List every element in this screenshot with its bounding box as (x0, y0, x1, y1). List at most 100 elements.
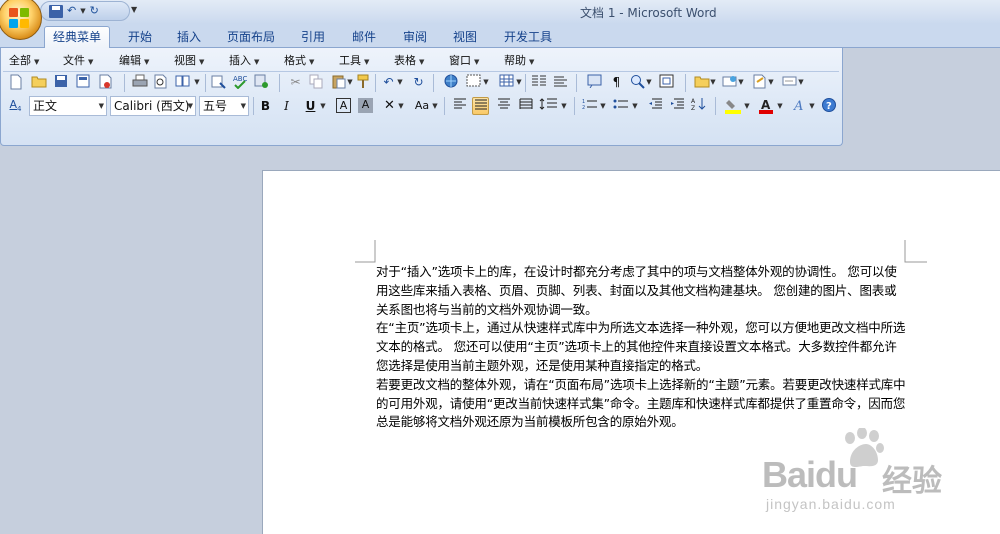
form-icon[interactable] (781, 74, 798, 91)
numbering-icon[interactable]: 12 (581, 97, 598, 115)
chevron-down-icon[interactable]: ▼ (709, 74, 717, 91)
line-spacing-icon[interactable] (539, 97, 561, 115)
sort-icon[interactable]: AZ (690, 97, 707, 115)
open-folder-icon[interactable] (30, 74, 47, 91)
menu-tools[interactable]: 工具 ▼ (339, 53, 369, 70)
menu-window[interactable]: 窗口 ▼ (449, 53, 479, 70)
chevron-down-icon[interactable]: ▼ (737, 74, 745, 91)
chevron-down-icon[interactable]: ▼ (396, 74, 404, 91)
chevron-down-icon[interactable]: ▼ (631, 97, 639, 115)
bold-icon[interactable]: B (257, 97, 274, 115)
document-map-icon[interactable] (586, 74, 603, 91)
font-size-select[interactable]: 五号 ▼ (199, 96, 249, 116)
macro-icon[interactable] (751, 74, 768, 91)
bullets-icon[interactable] (612, 97, 629, 115)
chevron-down-icon[interactable]: ▼ (808, 97, 816, 115)
toolbar-separator (685, 74, 686, 92)
chevron-down-icon[interactable]: ▼ (431, 97, 439, 115)
new-document-icon[interactable] (7, 74, 24, 91)
tab-references[interactable]: 引用 (292, 27, 334, 48)
undo-icon[interactable]: ↶ (380, 74, 397, 91)
save-icon[interactable] (49, 4, 63, 18)
chevron-down-icon[interactable]: ▼ (743, 97, 751, 115)
style-select[interactable]: 正文 ▼ (29, 96, 107, 116)
tab-mailings[interactable]: 邮件 (343, 27, 385, 48)
character-border-icon[interactable]: A (336, 98, 351, 113)
justify-icon[interactable] (472, 97, 489, 115)
format-painter-icon[interactable] (356, 74, 373, 91)
font-select[interactable]: Calibri (西文) ▼ (110, 96, 196, 116)
chevron-down-icon[interactable]: ▼ (192, 74, 202, 91)
chevron-down-icon[interactable]: ▼ (599, 97, 607, 115)
chevron-down-icon[interactable]: ▼ (397, 97, 405, 115)
translate-icon[interactable] (253, 74, 270, 91)
insert-table-icon[interactable] (498, 74, 515, 91)
tab-classic-menu[interactable]: 经典菜单 (44, 26, 110, 48)
menu-all[interactable]: 全部 ▼ (9, 53, 39, 70)
menu-file[interactable]: 文件 ▼ (63, 53, 93, 70)
document-body[interactable]: 对于“插入”选项卡上的库，在设计时都充分考虑了其中的项与文档整体外观的协调性。 … (376, 263, 908, 432)
chevron-down-icon[interactable]: ▼ (797, 74, 805, 91)
styles-pane-icon[interactable]: A4 (7, 96, 24, 113)
chevron-down-icon[interactable]: ▼ (482, 74, 490, 91)
tab-home[interactable]: 开始 (117, 27, 163, 48)
character-shading-icon[interactable]: A (358, 98, 373, 113)
underline-icon[interactable]: U (302, 97, 319, 115)
chevron-down-icon[interactable]: ▼ (776, 97, 784, 115)
print-preview-icon[interactable] (152, 74, 169, 91)
show-hide-paragraph-icon[interactable]: ¶ (608, 74, 625, 91)
folder-icon[interactable] (693, 74, 710, 91)
help-icon[interactable]: ? (820, 97, 837, 115)
menu-format[interactable]: 格式 ▼ (284, 53, 314, 70)
zoom-icon[interactable] (629, 74, 646, 91)
menu-help[interactable]: 帮助 ▼ (504, 53, 534, 70)
hyperlink-icon[interactable] (443, 74, 460, 91)
undo-icon[interactable]: ↶ (67, 4, 76, 18)
print-preview-page-icon[interactable] (74, 74, 91, 91)
menu-view[interactable]: 视图 ▼ (174, 53, 204, 70)
menu-insert[interactable]: 插入 ▼ (229, 53, 259, 70)
tab-page-layout[interactable]: 页面布局 (220, 27, 282, 48)
research-icon[interactable] (210, 74, 227, 91)
drawing-icon[interactable] (552, 74, 569, 91)
tab-developer[interactable]: 开发工具 (497, 27, 559, 48)
align-left-icon[interactable] (451, 97, 468, 115)
font-color-icon[interactable]: A (757, 97, 774, 115)
menu-table[interactable]: 表格 ▼ (394, 53, 424, 70)
paragraph: 若要更改文档的整体外观，请在“页面布局”选项卡上选择新的“主题”元素。若要更改快… (376, 376, 906, 430)
chevron-down-icon[interactable]: ▼ (515, 74, 523, 91)
redo-icon[interactable]: ↻ (90, 4, 99, 18)
character-scaling-icon[interactable]: ✕ (381, 97, 398, 115)
change-case-icon[interactable]: Aa (411, 97, 433, 115)
text-effects-icon[interactable]: A (791, 97, 808, 115)
cut-icon[interactable]: ✂ (287, 74, 304, 91)
chevron-down-icon[interactable]: ▼ (560, 97, 568, 115)
customize-qat-icon[interactable]: ▼ (131, 5, 137, 14)
distributed-icon[interactable] (517, 97, 534, 115)
tab-review[interactable]: 审阅 (394, 27, 436, 48)
chevron-down-icon[interactable]: ▼ (346, 74, 354, 91)
envelope-icon[interactable] (721, 74, 738, 91)
columns-icon[interactable] (530, 74, 547, 91)
tab-view[interactable]: 视图 (444, 27, 486, 48)
save-icon[interactable] (52, 74, 69, 91)
align-center-icon[interactable] (495, 97, 512, 115)
text-highlight-icon[interactable] (723, 97, 743, 115)
increase-indent-icon[interactable] (668, 97, 685, 115)
chevron-down-icon[interactable]: ▼ (319, 97, 327, 115)
menu-edit[interactable]: 编辑 ▼ (119, 53, 149, 70)
chevron-down-icon[interactable]: ▼ (767, 74, 775, 91)
chevron-down-icon[interactable]: ▼ (645, 74, 653, 91)
full-screen-icon[interactable] (658, 74, 675, 91)
tab-insert[interactable]: 插入 (168, 27, 210, 48)
tables-borders-icon[interactable] (465, 74, 482, 91)
italic-icon[interactable]: I (278, 97, 295, 115)
permission-icon[interactable] (97, 74, 114, 91)
print-icon[interactable] (131, 74, 148, 91)
copy-icon[interactable] (308, 74, 325, 91)
reading-layout-icon[interactable] (174, 74, 191, 91)
decrease-indent-icon[interactable] (646, 97, 663, 115)
redo-icon[interactable]: ↻ (410, 74, 427, 91)
spelling-icon[interactable]: ABC (231, 74, 248, 91)
undo-dropdown-icon[interactable]: ▼ (80, 4, 85, 18)
